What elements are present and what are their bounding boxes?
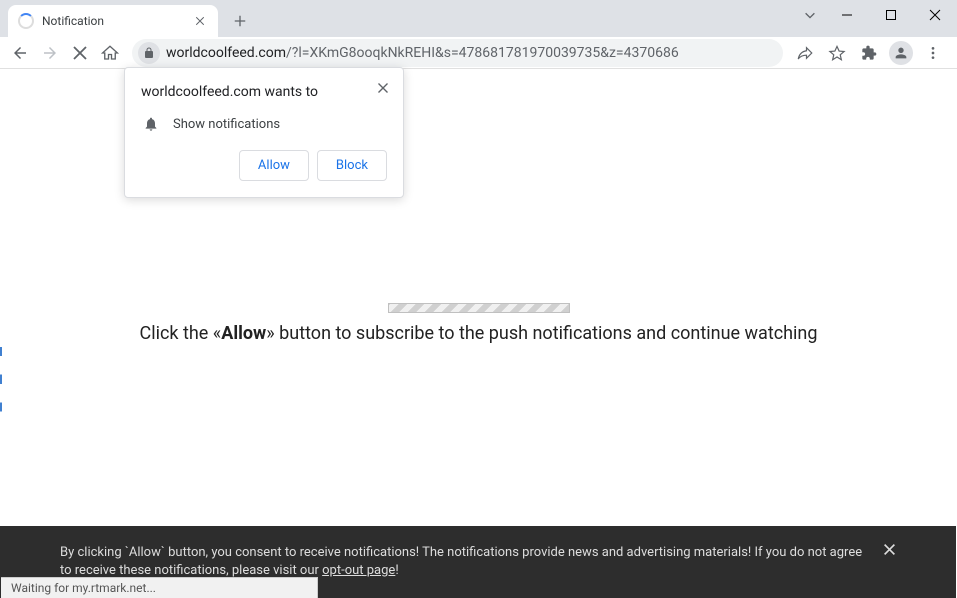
popup-close-button[interactable] [373, 78, 393, 98]
permission-row: Show notifications [141, 116, 387, 132]
tab-title: Notification [42, 14, 192, 28]
stop-button[interactable] [66, 39, 94, 67]
consent-close-button[interactable] [883, 540, 896, 562]
loading-bar-icon [388, 303, 570, 313]
maximize-button[interactable] [869, 0, 913, 30]
consent-text: By clicking `Allow` button, you consent … [60, 544, 863, 580]
extensions-button[interactable] [855, 39, 883, 67]
avatar-icon [889, 41, 913, 65]
window-controls [795, 0, 957, 30]
close-window-button[interactable] [913, 0, 957, 30]
tab-search-button[interactable] [795, 0, 825, 30]
tab-close-button[interactable] [192, 13, 208, 29]
allow-button[interactable]: Allow [239, 150, 309, 181]
toolbar: worldcoolfeed.com/?l=XKmG8ooqkNkREHI&s=4… [0, 37, 957, 69]
loading-spinner-icon [18, 13, 34, 29]
status-bar: Waiting for my.rtmark.net... [1, 577, 318, 598]
home-button[interactable] [96, 39, 124, 67]
menu-button[interactable] [919, 39, 947, 67]
address-bar[interactable]: worldcoolfeed.com/?l=XKmG8ooqkNkREHI&s=4… [132, 39, 783, 67]
permission-label: Show notifications [173, 117, 280, 132]
block-button[interactable]: Block [317, 150, 387, 181]
bookmark-button[interactable] [823, 39, 851, 67]
share-button[interactable] [791, 39, 819, 67]
new-tab-button[interactable] [226, 7, 254, 35]
profile-button[interactable] [887, 39, 915, 67]
forward-button[interactable] [36, 39, 64, 67]
opt-out-link[interactable]: opt-out page [322, 563, 395, 578]
site-info-button[interactable] [138, 42, 160, 64]
toolbar-right [791, 39, 951, 67]
popup-title: worldcoolfeed.com wants to [141, 84, 387, 100]
left-edge-decoration [0, 69, 2, 532]
browser-tab[interactable]: Notification [8, 5, 218, 37]
titlebar: Notification [0, 0, 957, 37]
lock-icon [143, 47, 155, 59]
tab-strip: Notification [0, 0, 254, 37]
page-message: Click the «Allow» button to subscribe to… [140, 323, 818, 344]
permission-popup: worldcoolfeed.com wants to Show notifica… [124, 67, 404, 198]
bell-icon [143, 116, 159, 132]
minimize-button[interactable] [825, 0, 869, 30]
popup-buttons: Allow Block [141, 150, 387, 181]
back-button[interactable] [6, 39, 34, 67]
url-text: worldcoolfeed.com/?l=XKmG8ooqkNkREHI&s=4… [166, 45, 679, 61]
